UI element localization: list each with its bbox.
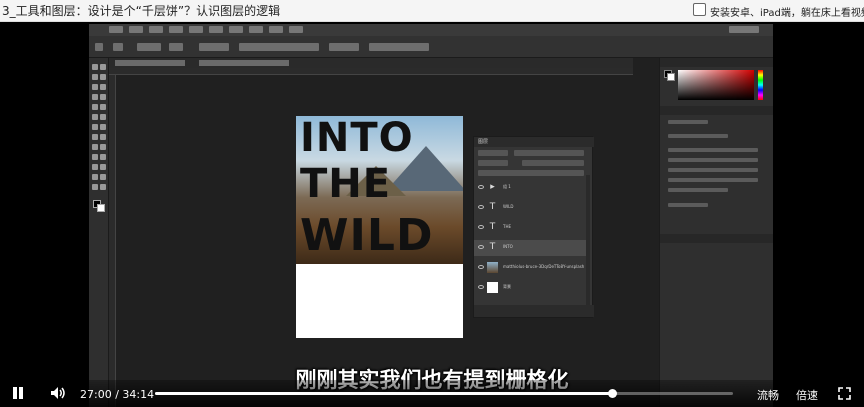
- pause-icon[interactable]: [12, 387, 24, 399]
- ps-options-bar: [89, 36, 773, 58]
- text-wild: WILD: [300, 210, 434, 261]
- eye-icon[interactable]: [478, 265, 484, 269]
- ps-document-tabs: [109, 58, 633, 68]
- layers-scrollbar[interactable]: [586, 175, 590, 305]
- mobile-app-label[interactable]: 安装安卓、iPad端，躺在床上看视频: [710, 4, 864, 19]
- layer-row-into[interactable]: T INTO: [474, 240, 586, 256]
- time-display: 27:00 / 34:14: [80, 388, 154, 401]
- eye-icon[interactable]: [478, 225, 484, 229]
- speed-button[interactable]: 倍速: [796, 387, 818, 403]
- layer-row-image[interactable]: matthiolus-bruce-3DqrDeTTo8Y-unsplash: [474, 260, 586, 276]
- layers-panel-footer: [474, 305, 594, 317]
- mobile-app-checkbox[interactable]: [693, 3, 706, 16]
- text-the: THE: [300, 161, 392, 207]
- time-separator: /: [115, 388, 119, 401]
- eye-icon[interactable]: [478, 205, 484, 209]
- image-thumbnail: [487, 262, 498, 273]
- layer-row-background[interactable]: 背景: [474, 280, 586, 296]
- ps-ruler-horizontal: [109, 68, 633, 75]
- text-into: INTO: [300, 116, 414, 161]
- fullscreen-icon[interactable]: [838, 387, 851, 400]
- top-bar: 3_工具和图层：设计是个“千层饼”？认识图层的逻辑 安装安卓、iPad端，躺在床…: [0, 0, 864, 22]
- text-layer-icon: T: [489, 222, 496, 232]
- player-controls: 27:00 / 34:14 流畅 倍速: [0, 380, 864, 407]
- progress-bar[interactable]: [155, 389, 733, 398]
- ps-right-panels: [659, 58, 773, 407]
- current-time: 27:00: [80, 388, 112, 401]
- background-color-swatch[interactable]: [667, 73, 675, 81]
- document-canvas: INTO THE WILD: [296, 116, 463, 338]
- video-player[interactable]: INTO THE WILD 图层 ▸ 组 1 T WILD T THE T IN…: [0, 24, 864, 407]
- layers-panel-header: 图层: [474, 137, 594, 147]
- progress-handle[interactable]: [607, 389, 617, 398]
- layer-row-group[interactable]: ▸ 组 1: [474, 180, 586, 196]
- eye-icon[interactable]: [478, 285, 484, 289]
- text-layer-icon: T: [489, 202, 496, 212]
- hue-slider[interactable]: [758, 70, 763, 100]
- folder-icon: ▸: [490, 182, 495, 192]
- layer-row-the[interactable]: T THE: [474, 220, 586, 236]
- progress-fill: [155, 392, 612, 395]
- background-thumbnail: [487, 282, 498, 293]
- layers-panel-title: 图层: [478, 139, 489, 145]
- photoshop-screen: INTO THE WILD 图层 ▸ 组 1 T WILD T THE T IN…: [89, 24, 773, 407]
- eye-icon[interactable]: [478, 245, 484, 249]
- color-picker[interactable]: [678, 70, 754, 100]
- ps-toolbar: [89, 58, 109, 407]
- volume-icon[interactable]: [50, 386, 66, 400]
- video-title: 3_工具和图层：设计是个“千层饼”？认识图层的逻辑: [2, 4, 281, 18]
- eye-icon[interactable]: [478, 185, 484, 189]
- ps-menubar: [89, 24, 773, 36]
- duration: 34:14: [122, 388, 155, 401]
- layers-panel: 图层 ▸ 组 1 T WILD T THE T INTO matthiolus-…: [473, 136, 594, 318]
- quality-button[interactable]: 流畅: [757, 387, 779, 403]
- layer-row-wild[interactable]: T WILD: [474, 200, 586, 216]
- ps-ruler-vertical: [109, 75, 116, 407]
- text-layer-icon: T: [489, 242, 496, 252]
